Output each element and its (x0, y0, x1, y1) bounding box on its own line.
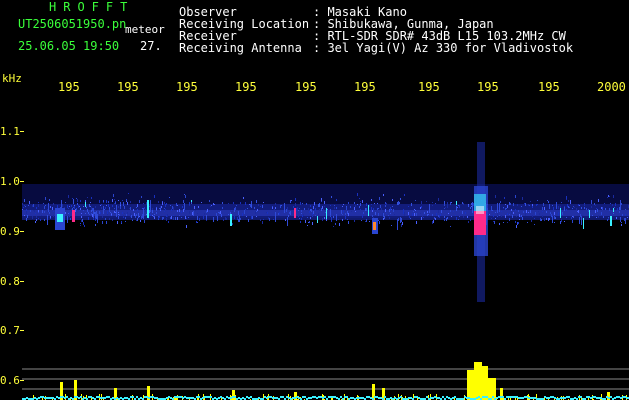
y-tick-1-1: 1.1 (0, 125, 20, 138)
x-tick-8: 195 (477, 80, 499, 94)
x-tick-4: 195 (235, 80, 257, 94)
y-tickmark-0-6 (20, 380, 24, 381)
x-tick-3: 195 (176, 80, 198, 94)
spectrogram-plot (22, 96, 629, 400)
y-tickmark-1-0 (20, 181, 24, 182)
y-unit-label: kHz (2, 72, 22, 85)
plot-background (22, 96, 629, 400)
x-tick-7: 195 (418, 80, 440, 94)
y-tick-0-7: 0.7 (0, 324, 20, 337)
meteor-label: meteor (125, 23, 165, 36)
x-tick-1: 195 (58, 80, 80, 94)
y-tick-0-6: 0.6 (0, 374, 20, 387)
x-tick-2: 195 (117, 80, 139, 94)
info-antenna-label: Receiving Antenna (179, 41, 302, 55)
y-tickmark-0-8 (20, 281, 24, 282)
x-tick-9: 195 (538, 80, 560, 94)
y-tick-0-8: 0.8 (0, 275, 20, 288)
info-antenna-value: : 3el Yagi(V) Az 330 for Vladivostok (313, 41, 574, 55)
noise-band (22, 184, 629, 220)
title: HROFFT (49, 0, 135, 14)
meteor-count: 27. (140, 39, 162, 53)
x-tick-5: 195 (295, 80, 317, 94)
filename: UT2506051950.pn (18, 17, 127, 31)
x-tick-6: 195 (354, 80, 376, 94)
y-tick-1-0: 1.0 (0, 175, 20, 188)
datetime: 25.06.05 19:50 (18, 39, 120, 53)
x-tick-10: 2000 (597, 80, 626, 94)
y-tick-0-9: 0.9 (0, 225, 20, 238)
y-tickmark-0-9 (20, 231, 24, 232)
y-tickmark-0-7 (20, 330, 24, 331)
y-tickmark-1-1 (20, 131, 24, 132)
